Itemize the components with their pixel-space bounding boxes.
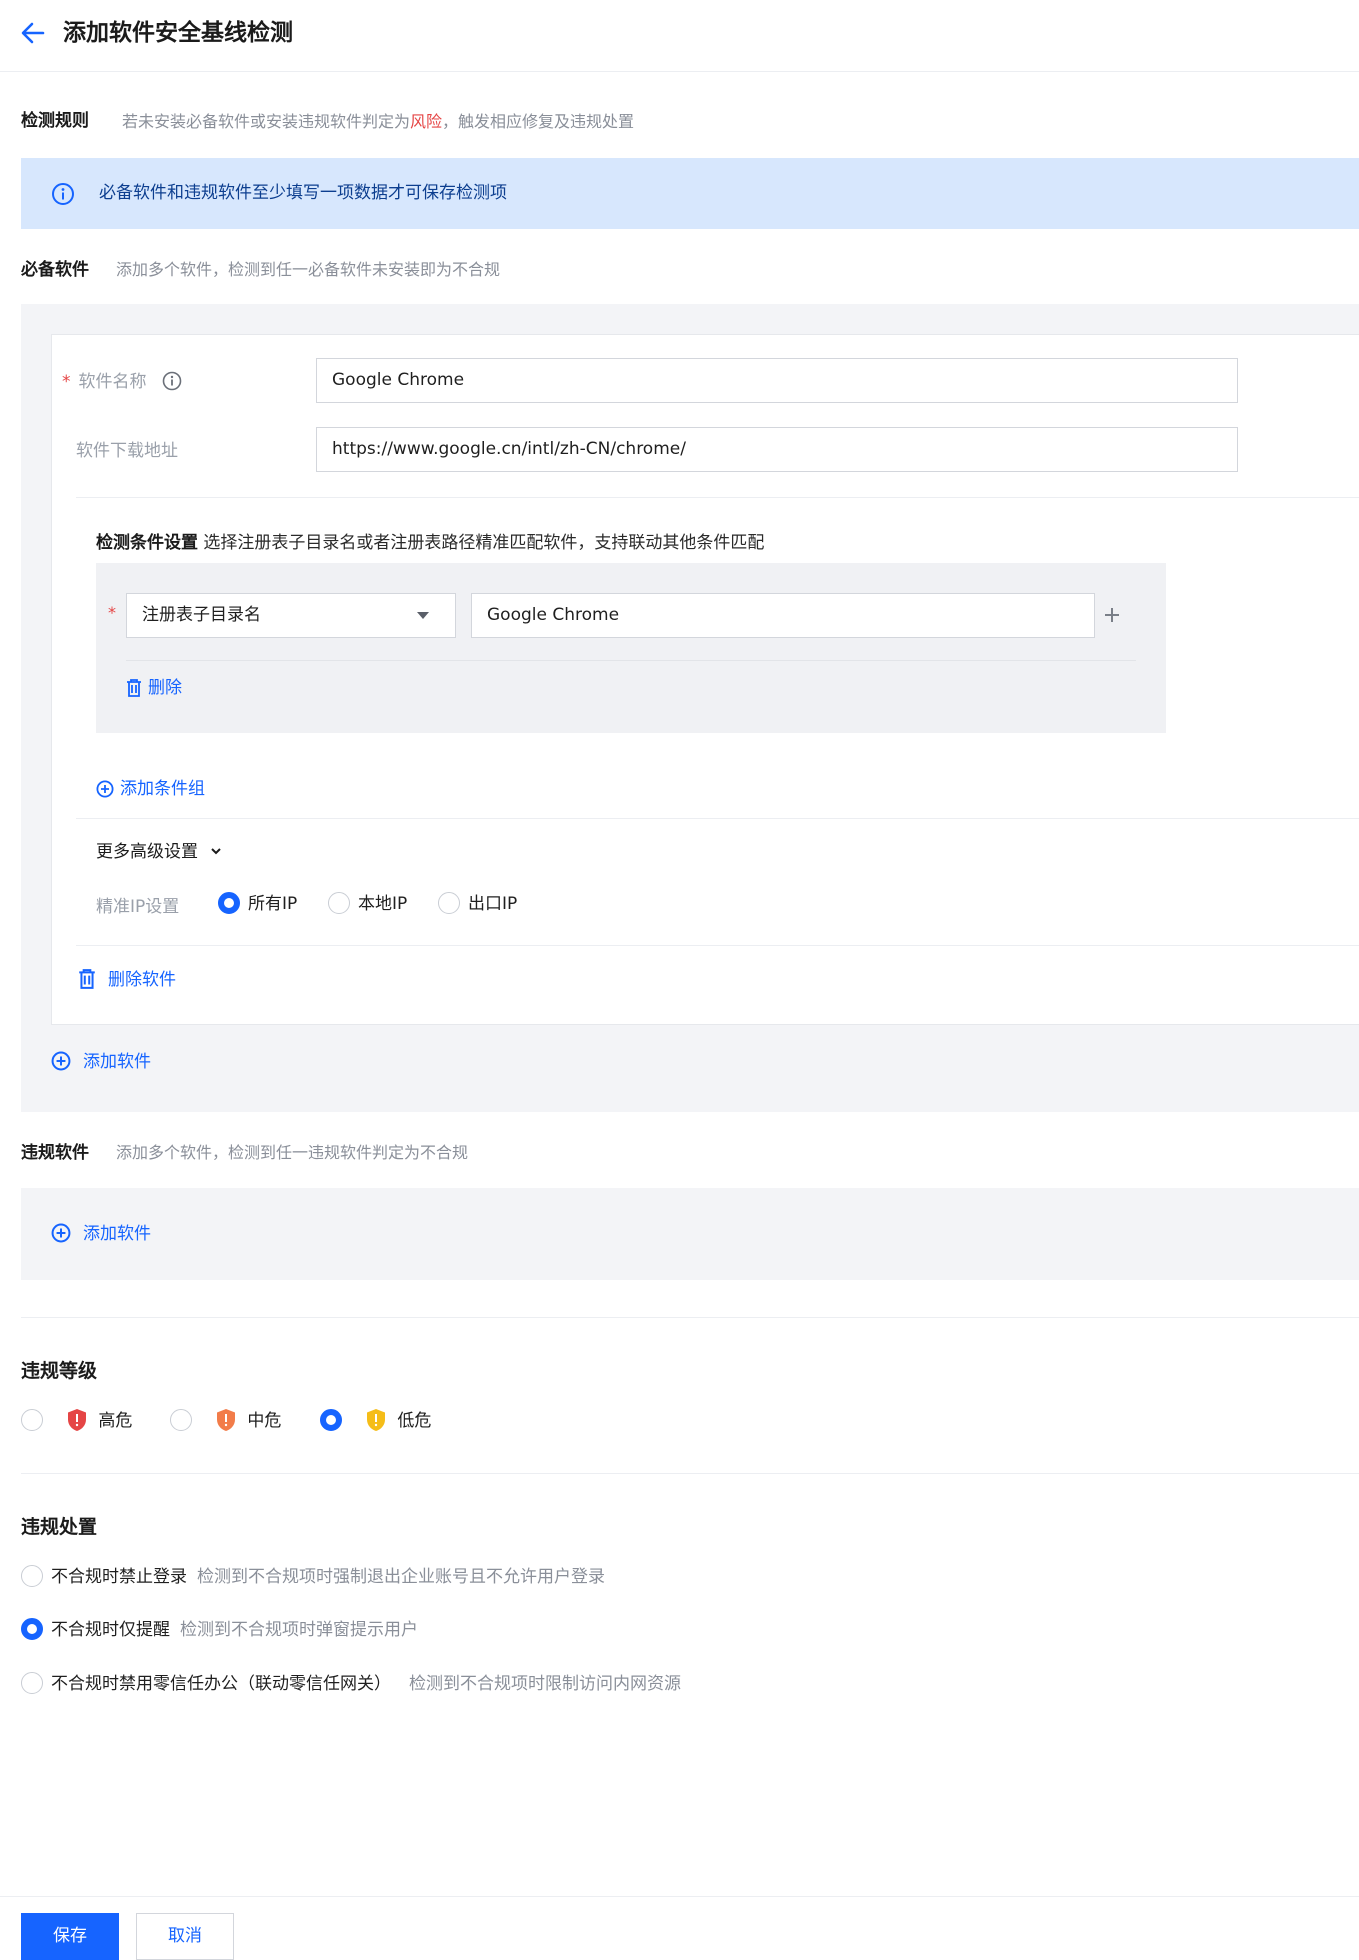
violation-software-title: 违规软件 xyxy=(21,1143,89,1163)
required-software-panel: * 软件名称 Google Chrome 软件下载地址 https://www.g… xyxy=(21,304,1359,1112)
radio-unchecked xyxy=(438,892,460,914)
divider xyxy=(76,945,1359,946)
condition-type-select[interactable]: 注册表子目录名 xyxy=(126,593,456,638)
radio-unchecked xyxy=(21,1409,43,1431)
radio-checked xyxy=(218,892,240,914)
violation-disposal-title: 违规处置 xyxy=(21,1516,98,1538)
radio-checked xyxy=(320,1409,342,1431)
required-star: * xyxy=(108,603,116,622)
info-icon xyxy=(52,183,74,205)
disposal-option-remind-only[interactable]: 不合规时仅提醒 检测到不合规项时弹窗提示用户 xyxy=(21,1618,418,1642)
shield-high-icon xyxy=(68,1409,87,1431)
radio-unchecked xyxy=(170,1409,192,1431)
level-option-high[interactable]: 高危 xyxy=(21,1408,132,1433)
shield-medium-icon xyxy=(217,1409,236,1431)
info-banner-text: 必备软件和违规软件至少填写一项数据才可保存检测项 xyxy=(99,183,507,203)
required-software-title: 必备软件 xyxy=(21,260,89,280)
plus-circle-icon xyxy=(51,1223,71,1243)
shield-low-icon xyxy=(367,1409,386,1431)
software-card: * 软件名称 Google Chrome 软件下载地址 https://www.g… xyxy=(51,334,1359,1025)
divider xyxy=(126,660,1136,661)
detection-rule-title: 检测规则 xyxy=(21,111,89,131)
caret-down-icon xyxy=(417,612,429,619)
required-software-desc: 添加多个软件，检测到任一必备软件未安装即为不合规 xyxy=(116,260,501,279)
rule-desc-prefix: 若未安装必备软件或安装违规软件判定为 xyxy=(122,112,411,131)
condition-value-input[interactable]: Google Chrome xyxy=(471,593,1095,638)
radio-unchecked xyxy=(328,892,350,914)
trash-icon xyxy=(127,679,141,697)
cancel-button[interactable]: 取消 xyxy=(136,1913,234,1960)
ip-option-local[interactable]: 本地IP xyxy=(328,892,407,916)
divider xyxy=(76,818,1359,819)
info-banner: 必备软件和违规软件至少填写一项数据才可保存检测项 xyxy=(21,158,1359,229)
page-header: 添加软件安全基线检测 xyxy=(0,0,1359,72)
software-name-label: * 软件名称 xyxy=(62,367,182,392)
violation-level-title: 违规等级 xyxy=(21,1360,98,1382)
add-violation-software-button[interactable]: 添加软件 xyxy=(51,1222,151,1246)
trash-icon xyxy=(79,969,95,989)
page-footer: 保存 取消 xyxy=(0,1896,1359,1960)
condition-group: * 注册表子目录名 Google Chrome 删除 xyxy=(96,563,1166,733)
back-arrow-icon[interactable] xyxy=(20,20,46,46)
level-option-medium[interactable]: 中危 xyxy=(170,1408,281,1433)
ip-settings-label: 精准IP设置 xyxy=(96,897,180,917)
plus-circle-icon xyxy=(96,780,114,798)
software-name-input[interactable]: Google Chrome xyxy=(316,358,1238,403)
divider xyxy=(21,1317,1359,1318)
violation-software-desc: 添加多个软件，检测到任一违规软件判定为不合规 xyxy=(116,1143,469,1162)
radio-checked xyxy=(21,1618,43,1640)
violation-software-panel: 添加软件 xyxy=(21,1188,1359,1280)
download-url-label: 软件下载地址 xyxy=(76,441,178,461)
chevron-down-icon xyxy=(211,848,222,855)
rule-desc-risk: 风险 xyxy=(410,112,443,131)
condition-settings-title: 检测条件设置 选择注册表子目录名或者注册表路径精准匹配软件，支持联动其他条件匹配 xyxy=(96,533,765,553)
divider xyxy=(76,497,1359,498)
disposal-option-disable-zero-trust[interactable]: 不合规时禁用零信任办公（联动零信任网关） 检测到不合规项时限制访问内网资源 xyxy=(21,1672,681,1696)
save-button[interactable]: 保存 xyxy=(21,1913,119,1960)
level-option-low[interactable]: 低危 xyxy=(320,1408,431,1433)
divider xyxy=(21,1473,1359,1474)
detection-rule-desc: 若未安装必备软件或安装违规软件判定为风险，触发相应修复及违规处置 xyxy=(122,108,634,132)
advanced-settings-toggle[interactable]: 更多高级设置 xyxy=(96,840,223,864)
plus-circle-icon xyxy=(51,1051,71,1071)
download-url-input[interactable]: https://www.google.cn/intl/zh-CN/chrome/ xyxy=(316,427,1238,472)
delete-condition-button[interactable]: 删除 xyxy=(126,676,182,700)
delete-software-button[interactable]: 删除软件 xyxy=(78,968,176,992)
ip-option-all[interactable]: 所有IP xyxy=(218,892,297,916)
add-condition-group-button[interactable]: 添加条件组 xyxy=(96,777,205,801)
add-required-software-button[interactable]: 添加软件 xyxy=(51,1050,151,1074)
radio-unchecked xyxy=(21,1565,43,1587)
rule-desc-suffix: ，触发相应修复及违规处置 xyxy=(442,112,635,131)
radio-unchecked xyxy=(21,1672,43,1694)
info-icon[interactable] xyxy=(162,371,182,391)
plus-icon[interactable] xyxy=(1102,605,1122,625)
disposal-option-block-login[interactable]: 不合规时禁止登录 检测到不合规项时强制退出企业账号且不允许用户登录 xyxy=(21,1565,605,1589)
page-title: 添加软件安全基线检测 xyxy=(63,20,293,46)
ip-option-egress[interactable]: 出口IP xyxy=(438,892,517,916)
